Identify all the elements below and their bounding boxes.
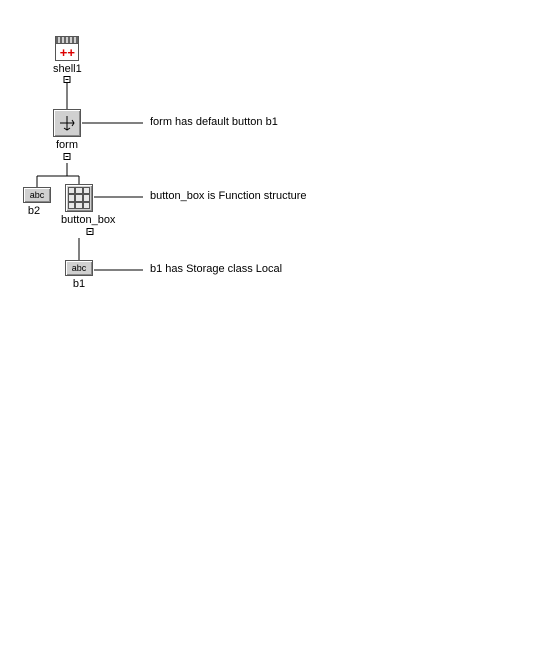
connector-lines <box>0 0 549 650</box>
expand-handle[interactable] <box>87 228 94 235</box>
node-b2[interactable]: abc b2 <box>23 187 51 217</box>
abc-icon: abc <box>23 187 51 203</box>
annotation-b1: b1 has Storage class Local <box>150 263 310 276</box>
node-label-button-box: button_box <box>61 214 115 226</box>
grid-icon <box>65 184 93 212</box>
node-label-form: form <box>53 139 81 151</box>
node-label-b1: b1 <box>65 278 93 290</box>
node-button-box[interactable]: button_box <box>65 184 115 226</box>
node-b1[interactable]: abc b1 <box>65 260 93 290</box>
annotation-form: form has default button b1 <box>150 116 310 129</box>
node-form[interactable]: form <box>53 109 81 151</box>
annotation-button-box: button_box is Function structure <box>150 190 310 203</box>
node-label-b2: b2 <box>17 205 51 217</box>
shell-icon: ++ <box>53 36 82 61</box>
expand-handle[interactable] <box>64 76 71 83</box>
expand-handle[interactable] <box>64 153 71 160</box>
node-label-shell1: shell1 <box>53 63 82 75</box>
node-shell1[interactable]: ++ shell1 <box>53 36 82 75</box>
abc-icon: abc <box>65 260 93 276</box>
form-icon <box>53 109 81 137</box>
